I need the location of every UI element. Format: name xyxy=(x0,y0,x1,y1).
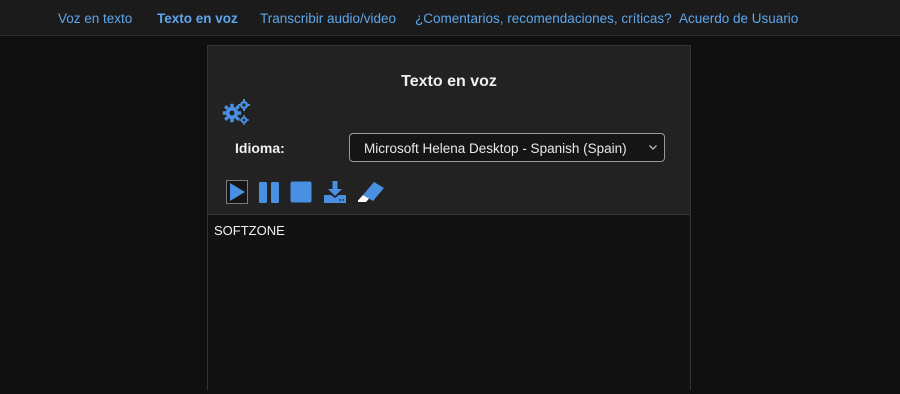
top-navigation: Voz en texto Texto en voz Transcribir au… xyxy=(0,0,900,36)
nav-texto-en-voz[interactable]: Texto en voz xyxy=(157,11,238,26)
eraser-icon[interactable] xyxy=(357,180,385,204)
pause-icon[interactable] xyxy=(258,180,280,204)
tts-panel: Texto en voz Idioma: Microsoft Helena De… xyxy=(207,45,691,394)
nav-voz-en-texto[interactable]: Voz en texto xyxy=(58,11,132,26)
chevron-down-icon xyxy=(649,145,657,150)
settings-gears-icon[interactable] xyxy=(221,98,251,126)
text-input-area[interactable]: SOFTZONE xyxy=(208,214,690,394)
language-label: Idioma: xyxy=(235,140,285,156)
voice-select[interactable]: Microsoft Helena Desktop - Spanish (Spai… xyxy=(349,133,665,162)
panel-title: Texto en voz xyxy=(401,73,497,90)
play-icon[interactable] xyxy=(226,180,248,204)
voice-select-value: Microsoft Helena Desktop - Spanish (Spai… xyxy=(364,141,627,156)
nav-transcribir-audio-video[interactable]: Transcribir audio/video xyxy=(260,11,396,26)
download-icon[interactable] xyxy=(323,180,347,204)
nav-comentarios[interactable]: ¿Comentarios, recomendaciones, críticas? xyxy=(415,11,672,26)
nav-acuerdo-de-usuario[interactable]: Acuerdo de Usuario xyxy=(679,11,798,26)
stop-icon[interactable] xyxy=(290,180,312,204)
